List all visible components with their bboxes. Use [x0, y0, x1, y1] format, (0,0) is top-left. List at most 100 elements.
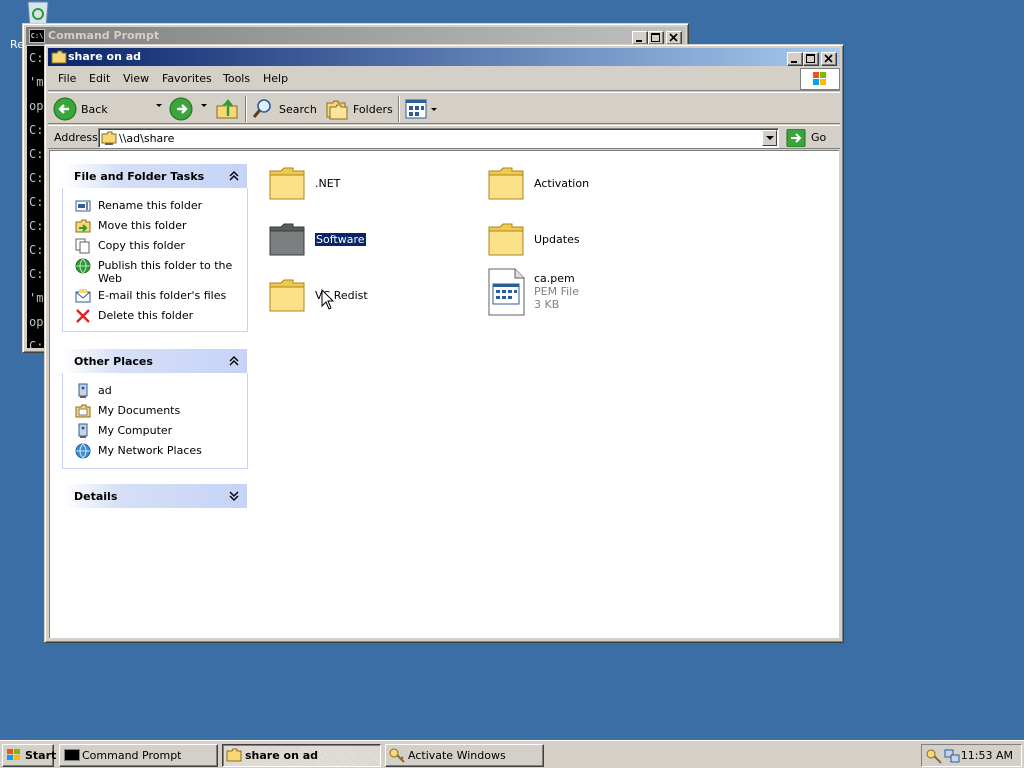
panel-title: Details: [74, 490, 118, 503]
key-icon: [389, 748, 405, 763]
folders-icon: [326, 100, 348, 120]
minimize-button[interactable]: [632, 31, 648, 45]
window-title: share on ad: [68, 50, 142, 63]
menu-edit[interactable]: Edit: [89, 72, 110, 85]
task-label: Delete this folder: [98, 309, 194, 322]
menu-help[interactable]: Help: [263, 72, 288, 85]
go-arrow-icon: [786, 129, 806, 147]
search-button[interactable]: Search: [251, 97, 319, 121]
item-type: PEM File: [534, 285, 579, 298]
folder-icon: [226, 748, 242, 762]
network-tray-icon[interactable]: [944, 748, 960, 764]
address-label: Address: [54, 131, 98, 144]
taskbar-button-label: Activate Windows: [408, 749, 506, 762]
folder-software[interactable]: Software: [267, 219, 467, 259]
system-tray: 11:53 AM: [921, 744, 1022, 767]
folders-button[interactable]: Folders: [325, 97, 395, 121]
file-ca-pem[interactable]: ca.pem PEM File 3 KB: [486, 267, 686, 319]
address-dropdown-button[interactable]: [762, 130, 777, 146]
explorer-window[interactable]: share on ad File Edit View Favorites Too…: [44, 44, 844, 643]
up-folder-button[interactable]: [215, 97, 239, 121]
item-name: Software: [315, 233, 366, 246]
activation-key-tray-icon[interactable]: [926, 748, 942, 764]
item-name: Updates: [534, 233, 580, 246]
back-label: Back: [81, 103, 108, 116]
file-folder-tasks-body: Rename this folder Move this folder Copy…: [62, 188, 248, 332]
maximize-button[interactable]: [803, 52, 819, 66]
maximize-button[interactable]: [648, 31, 664, 45]
views-button[interactable]: [404, 97, 438, 121]
minimize-icon: [791, 61, 797, 63]
folder-icon: [51, 50, 67, 64]
back-button[interactable]: Back: [53, 97, 117, 121]
taskbar: Start Command Prompt share on ad Activat…: [0, 740, 1024, 768]
computer-icon: [78, 383, 88, 398]
task-label: Rename this folder: [98, 199, 203, 212]
other-places-header[interactable]: Other Places: [62, 348, 248, 373]
place-label: ad: [98, 384, 112, 397]
other-places-panel: Other Places ad My Documents My Computer: [62, 348, 248, 469]
address-bar: Address \\ad\share Go: [48, 125, 840, 149]
folder-updates[interactable]: Updates: [486, 219, 686, 259]
minimize-icon: [636, 40, 642, 42]
file-folder-tasks-header[interactable]: File and Folder Tasks: [62, 163, 248, 188]
menu-view[interactable]: View: [123, 72, 149, 85]
taskbar-activate-windows[interactable]: Activate Windows: [385, 744, 544, 767]
forward-dropdown-icon[interactable]: [201, 104, 207, 107]
menu-tools[interactable]: Tools: [223, 72, 250, 85]
chevron-up-icon[interactable]: [229, 356, 239, 366]
chevron-down-icon[interactable]: [229, 491, 239, 501]
minimize-button[interactable]: [787, 52, 803, 66]
task-label: Copy this folder: [98, 239, 185, 252]
place-label: My Documents: [98, 404, 181, 417]
standard-toolbar: Back Search Folders: [48, 92, 840, 124]
globe-icon: [75, 258, 91, 274]
forward-button[interactable]: [169, 97, 193, 121]
menu-favorites[interactable]: Favorites: [162, 72, 212, 85]
explorer-titlebar[interactable]: share on ad: [48, 48, 840, 66]
menu-bar: File Edit View Favorites Tools Help: [48, 67, 840, 91]
taskbar-button-label: Command Prompt: [82, 749, 182, 762]
windows-flag-icon: [7, 749, 20, 760]
place-label: My Computer: [98, 424, 173, 437]
task-label: Publish this folder to the Web: [98, 259, 233, 285]
console-icon: [64, 749, 80, 761]
command-prompt-title: Command Prompt: [48, 29, 160, 42]
search-icon: [252, 99, 271, 118]
start-button[interactable]: Start: [2, 744, 57, 767]
details-header[interactable]: Details: [62, 483, 248, 508]
menu-file[interactable]: File: [58, 72, 76, 85]
start-label: Start: [25, 749, 57, 762]
folder-activation[interactable]: Activation: [486, 163, 686, 203]
folder-icon: [269, 167, 305, 200]
folder-view[interactable]: File and Folder Tasks Rename this folder…: [49, 150, 839, 638]
folder-icon: [488, 167, 524, 200]
taskbar-share-on-ad[interactable]: share on ad: [222, 744, 381, 767]
go-label: Go: [811, 131, 827, 144]
go-button[interactable]: Go: [786, 128, 836, 148]
task-label: Move this folder: [98, 219, 187, 232]
folder-dotnet[interactable]: .NET: [267, 163, 467, 203]
certificate-file-icon: [488, 268, 525, 316]
forward-arrow-icon: [169, 97, 193, 121]
network-folder-icon: [101, 131, 117, 145]
command-prompt-titlebar[interactable]: C:\ Command Prompt: [26, 27, 685, 45]
place-label: My Network Places: [98, 444, 202, 457]
file-folder-tasks-panel: File and Folder Tasks Rename this folder…: [62, 163, 248, 332]
taskbar-command-prompt[interactable]: Command Prompt: [59, 744, 218, 767]
close-button[interactable]: [821, 52, 837, 66]
email-icon: [75, 289, 91, 303]
console-icon: C:\: [29, 29, 45, 43]
other-places-body: ad My Documents My Computer My Network P…: [62, 373, 248, 469]
item-name: Activation: [534, 177, 590, 190]
folder-vc-redist[interactable]: VC Redist: [267, 275, 467, 315]
views-dropdown-icon[interactable]: [431, 108, 437, 111]
chevron-up-icon[interactable]: [229, 171, 239, 181]
close-icon: [824, 54, 833, 63]
views-icon: [405, 99, 427, 119]
copy-icon: [75, 238, 90, 254]
address-input[interactable]: \\ad\share: [98, 128, 779, 148]
close-button[interactable]: [666, 31, 682, 45]
address-value: \\ad\share: [119, 132, 175, 145]
back-dropdown-icon[interactable]: [156, 104, 162, 107]
